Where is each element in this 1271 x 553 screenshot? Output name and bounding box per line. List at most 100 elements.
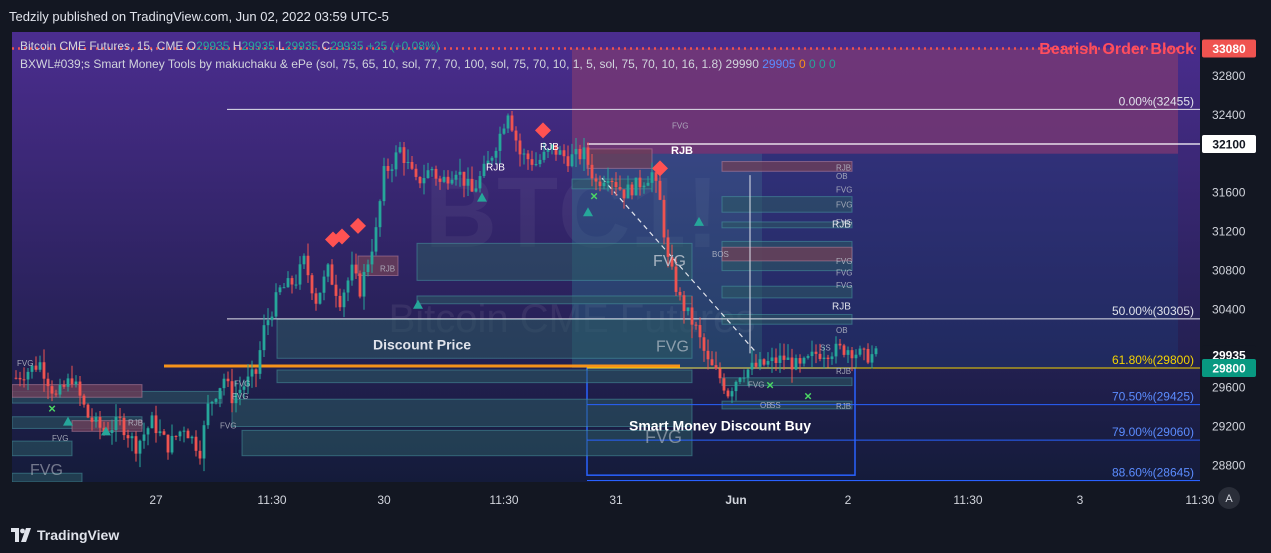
candle-body [826, 357, 830, 359]
candle-body [418, 176, 422, 184]
candle-body [734, 381, 738, 392]
candle-body [122, 417, 126, 436]
chart-svg[interactable]: BTC1!Bitcoin CME Futures0.00%(32455)50.0… [12, 32, 1259, 514]
cross-marker: × [766, 378, 774, 393]
candle-body [314, 293, 318, 304]
publisher-line: Tedzily published on TradingView.com, Ju… [9, 9, 389, 24]
auto-scale-label[interactable]: A [1225, 493, 1233, 505]
y-tick-label: 30400 [1212, 303, 1246, 317]
candle-body [514, 130, 518, 141]
x-tick-label: 11:30 [489, 493, 518, 507]
candle-body [578, 148, 582, 160]
candle-body [498, 133, 502, 151]
candle-body [390, 169, 394, 171]
candle-body [598, 181, 602, 187]
candle-body [350, 264, 354, 281]
y-tick-label: 31200 [1212, 225, 1246, 239]
zone-tag-rjb: RJB [836, 367, 851, 376]
fvg-zone [416, 295, 693, 305]
fvg-zone [721, 196, 853, 213]
candle-body [174, 435, 178, 437]
candle-body [718, 368, 722, 379]
x-tick-label: 2 [845, 493, 852, 507]
indicator-value: 0 [819, 57, 829, 71]
candle-body [142, 434, 146, 441]
fib-level-label: 0.00%(32455) [1119, 94, 1194, 108]
candle-body [78, 381, 82, 396]
candle-body [582, 147, 586, 160]
y-tick-label: 29200 [1212, 419, 1246, 433]
candle-body [862, 348, 866, 350]
y-tick-label: 31600 [1212, 186, 1246, 200]
candle-body [674, 266, 678, 292]
candle-body [206, 403, 210, 426]
candle-body [714, 365, 718, 369]
candle-body [482, 163, 486, 177]
candle-body [454, 174, 458, 180]
legend-ohlc: Bitcoin CME Futures, 15, CME O29935 H299… [20, 39, 440, 53]
candle-body [182, 430, 186, 432]
candle-body [266, 320, 270, 326]
candle-body [618, 187, 622, 190]
candle-body [722, 378, 726, 391]
candle-body [54, 393, 58, 395]
candle-body [686, 307, 690, 312]
zone-tag-rjb: RJB [486, 162, 505, 173]
candle-body [90, 417, 94, 422]
candle-body [274, 292, 278, 317]
candle-body [254, 369, 258, 374]
candle-body [178, 431, 182, 437]
fvg-zone [721, 377, 853, 387]
candle-body [562, 150, 566, 157]
candle-body [382, 166, 386, 202]
fvg-zone [231, 398, 693, 427]
candle-body [402, 147, 406, 163]
candle-body [202, 425, 206, 459]
candle-body [626, 184, 630, 199]
candle-body [790, 357, 794, 370]
candle-body [446, 176, 450, 184]
candle-body [854, 354, 858, 359]
tradingview-logo[interactable]: TradingView [11, 527, 119, 543]
price-tag-label: 29800 [1212, 362, 1246, 376]
x-tick-label: 31 [609, 493, 623, 507]
legend-part: Bitcoin CME Futures, 15, CME [20, 39, 187, 53]
candle-body [522, 153, 526, 155]
x-tick-label: 11:30 [257, 493, 286, 507]
candle-body [374, 227, 378, 252]
candle-body [38, 362, 42, 370]
candle-body [630, 184, 634, 196]
zone-tag-fvg: FVG [234, 380, 250, 389]
rjb-zone [721, 246, 853, 262]
candle-body [458, 171, 462, 175]
zone-tag-fvg: FVG [220, 421, 236, 430]
zone-tag-fvg-large: FVG [656, 338, 689, 355]
candle-body [86, 404, 90, 418]
candle-body [538, 159, 542, 165]
candle-body [378, 201, 382, 228]
candle-body [70, 378, 74, 385]
footer: TradingView [0, 514, 1271, 553]
candle-body [574, 148, 578, 155]
candle-body [614, 182, 618, 188]
candle-body [278, 287, 282, 293]
zone-tag-fvg: FVG [52, 434, 68, 443]
candle-body [42, 362, 46, 379]
candle-body [26, 371, 30, 380]
candle-body [746, 369, 750, 378]
chart-area[interactable]: BTC1!Bitcoin CME Futures0.00%(32455)50.0… [12, 32, 1259, 514]
candle-body [334, 284, 338, 296]
legend-part: O [187, 39, 196, 53]
candle-body [82, 395, 86, 405]
zone-tag-rjb: RJB [836, 402, 851, 411]
candle-body [262, 325, 266, 351]
candle-body [190, 436, 194, 439]
candle-body [366, 264, 370, 273]
candle-body [434, 168, 438, 179]
candle-body [46, 378, 50, 387]
candle-body [874, 348, 878, 355]
candle-body [786, 357, 790, 360]
candle-body [542, 151, 546, 160]
fib-level-label: 79.00%(29060) [1112, 425, 1194, 439]
y-tick-label: 29600 [1212, 381, 1246, 395]
